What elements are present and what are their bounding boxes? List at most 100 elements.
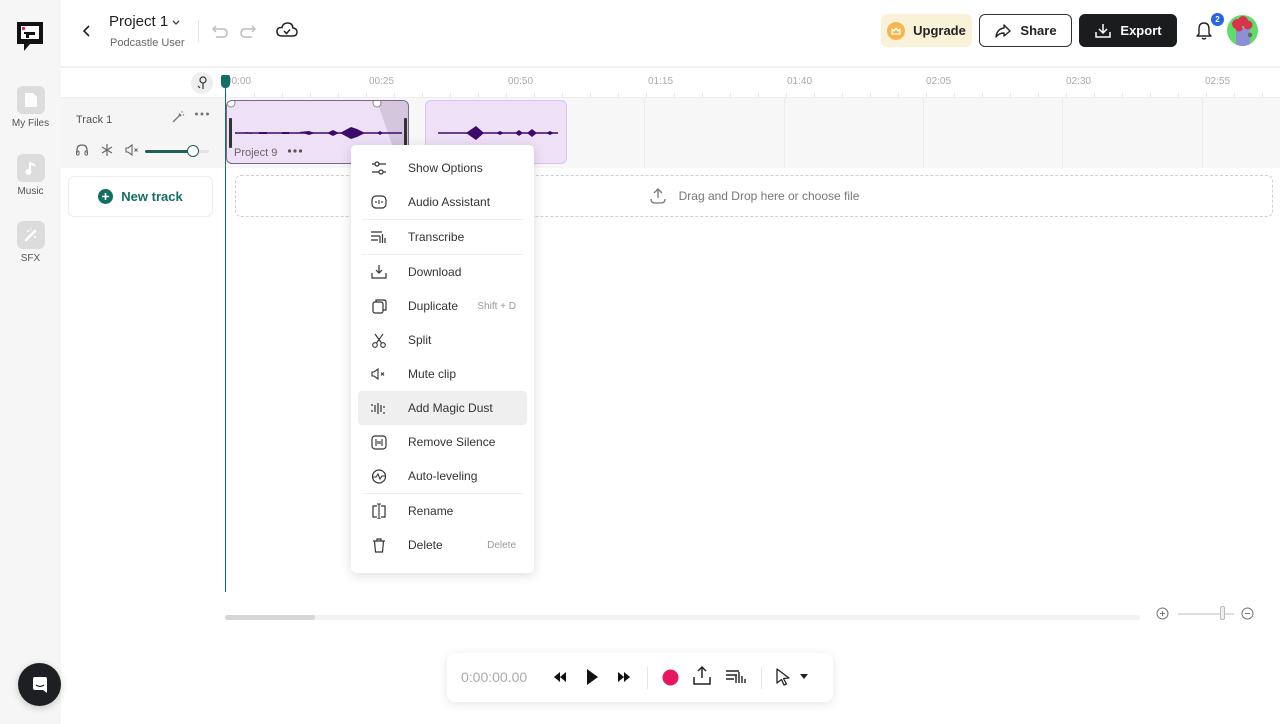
tool-dropdown-caret-icon[interactable] xyxy=(799,674,809,680)
undo-icon[interactable] xyxy=(210,23,230,39)
sidebar-item-label: My Files xyxy=(11,118,50,129)
ruler-tick-label: 02:30 xyxy=(1066,76,1092,87)
auto-level-icon xyxy=(370,468,388,484)
menu-item-download[interactable]: Download xyxy=(358,255,527,289)
new-track-button[interactable]: New track xyxy=(68,176,213,217)
remove-silence-icon xyxy=(370,434,388,450)
user-avatar[interactable] xyxy=(1227,15,1258,46)
menu-item-label: Remove Silence xyxy=(408,435,496,449)
sidebar-item-sfx[interactable]: SFX xyxy=(0,221,61,264)
podcastle-logo[interactable] xyxy=(14,20,46,54)
menu-item-remove-silence[interactable]: Remove Silence xyxy=(358,425,527,459)
transport-bar: 0:00:00.00 xyxy=(447,653,833,702)
grid-line xyxy=(644,98,645,168)
more-options-icon[interactable] xyxy=(194,111,210,117)
grid-line xyxy=(1202,98,1203,168)
ruler-tick-label: 02:05 xyxy=(926,76,952,87)
menu-item-rename[interactable]: Rename xyxy=(358,494,527,528)
download-icon xyxy=(370,264,388,280)
snap-toggle-button[interactable] xyxy=(191,72,213,94)
ruler-tick-label: 00:50 xyxy=(508,76,534,87)
bell-icon[interactable] xyxy=(1195,20,1213,40)
timeline-ruler[interactable]: 00:00 00:25 00:50 01:15 01:40 02:05 02:30 02:55 xyxy=(61,70,1280,98)
headphones-solo-icon[interactable] xyxy=(75,143,89,157)
menu-item-auto-leveling[interactable]: Auto-leveling xyxy=(358,459,527,493)
transcribe-icon[interactable] xyxy=(725,668,747,686)
menu-item-label: Add Magic Dust xyxy=(408,401,493,415)
chat-support-button[interactable] xyxy=(18,663,61,706)
grid-line xyxy=(923,98,924,168)
menu-item-mute-clip[interactable]: Mute clip xyxy=(358,357,527,391)
track-name[interactable]: Track 1 xyxy=(76,114,112,126)
magic-wand-icon xyxy=(23,227,39,243)
export-label: Export xyxy=(1120,23,1162,38)
scrollbar-thumb[interactable] xyxy=(225,615,315,620)
ruler-minor-tick xyxy=(814,93,815,97)
menu-item-split[interactable]: Split xyxy=(358,323,527,357)
track-volume-slider[interactable] xyxy=(145,145,209,157)
menu-item-show-options[interactable]: Show Options xyxy=(358,151,527,185)
fast-forward-icon[interactable] xyxy=(617,670,631,684)
sidebar-item-music[interactable]: Music xyxy=(0,154,61,197)
ruler-minor-tick xyxy=(702,93,703,97)
magnet-snap-icon xyxy=(196,76,208,90)
ruler-minor-tick xyxy=(730,93,731,97)
menu-item-delete[interactable]: Delete Delete xyxy=(358,528,527,562)
zoom-slider-knob[interactable] xyxy=(1220,606,1225,620)
menu-item-audio-assistant[interactable]: Audio Assistant xyxy=(358,185,527,219)
cloud-saved-icon[interactable] xyxy=(276,21,298,39)
menu-item-duplicate[interactable]: Duplicate Shift + D xyxy=(358,289,527,323)
ruler-minor-tick xyxy=(842,93,843,97)
magic-wand-icon[interactable] xyxy=(171,110,185,124)
freeze-snowflake-icon[interactable] xyxy=(100,143,114,157)
rewind-icon[interactable] xyxy=(553,670,567,684)
trash-icon xyxy=(370,537,388,553)
menu-item-label: Transcribe xyxy=(408,230,465,244)
sidebar-item-my-files[interactable]: My Files xyxy=(0,86,61,129)
grid-line xyxy=(784,98,785,168)
volume-knob[interactable] xyxy=(187,145,199,157)
menu-item-transcribe[interactable]: Transcribe xyxy=(358,220,527,254)
ruler-minor-tick xyxy=(1234,93,1235,97)
menu-item-label: Rename xyxy=(408,504,454,518)
assistant-icon xyxy=(370,194,388,210)
clip-context-menu: Show Options Audio Assistant Transcribe Dow… xyxy=(351,145,534,573)
cursor-select-tool-icon[interactable] xyxy=(775,667,791,687)
record-button[interactable] xyxy=(662,669,679,686)
redo-icon[interactable] xyxy=(238,23,258,39)
playhead-handle[interactable] xyxy=(221,75,230,88)
clip-trim-handle-right xyxy=(404,118,407,148)
sidebar-item-label: Music xyxy=(17,186,44,197)
ruler-minor-tick xyxy=(254,93,255,97)
ruler-minor-tick xyxy=(1122,93,1123,97)
zoom-out-icon[interactable] xyxy=(1241,607,1254,620)
back-arrow-icon[interactable] xyxy=(79,22,95,40)
chevron-down-icon[interactable] xyxy=(171,18,181,26)
sliders-icon xyxy=(370,160,388,176)
mute-track-icon[interactable] xyxy=(124,143,140,157)
ruler-minor-tick xyxy=(534,93,535,97)
menu-item-label: Split xyxy=(408,333,432,347)
menu-item-add-magic-dust[interactable]: Add Magic Dust xyxy=(358,391,527,425)
ruler-minor-tick xyxy=(870,93,871,97)
zoom-slider[interactable] xyxy=(1178,613,1234,615)
ruler-minor-tick xyxy=(590,93,591,97)
project-title[interactable]: Project 1 xyxy=(109,13,168,30)
menu-item-label: Delete xyxy=(408,538,443,552)
timeline-scrollbar[interactable] xyxy=(225,615,1140,620)
project-owner: Podcastle User xyxy=(110,37,185,49)
clip-more-options-icon[interactable] xyxy=(287,148,303,154)
ruler-minor-tick xyxy=(618,93,619,97)
left-rail: My Files Music SFX xyxy=(0,0,61,724)
plus-circle-icon xyxy=(98,189,114,204)
ruler-minor-tick xyxy=(338,93,339,97)
ruler-minor-tick xyxy=(1178,93,1179,97)
export-button[interactable]: Export xyxy=(1079,14,1177,47)
upload-icon[interactable] xyxy=(692,665,712,687)
zoom-in-icon[interactable] xyxy=(1156,607,1169,620)
ruler-minor-tick xyxy=(898,93,899,97)
upgrade-button[interactable]: Upgrade xyxy=(881,14,972,47)
play-icon[interactable] xyxy=(585,668,599,686)
share-button[interactable]: Share xyxy=(979,14,1072,47)
share-label: Share xyxy=(1020,23,1057,38)
